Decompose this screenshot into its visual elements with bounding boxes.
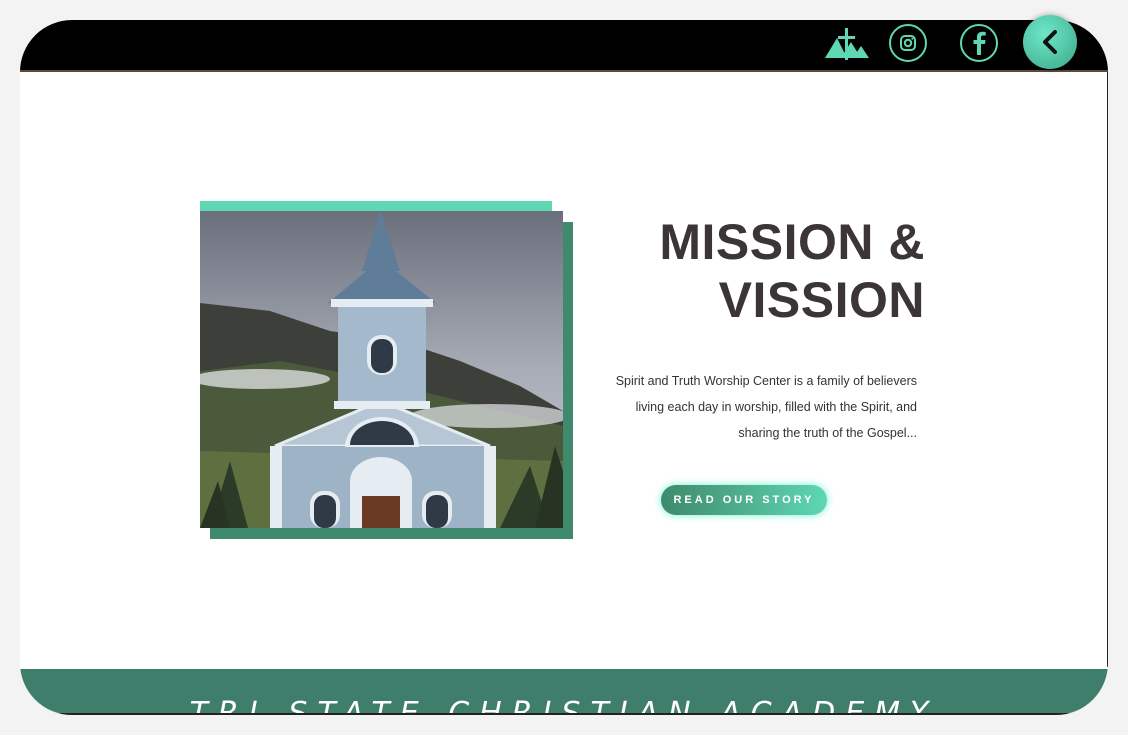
mission-paragraph: Spirit and Truth Worship Center is a fam… — [540, 368, 917, 446]
section-heading: MISSION & VISSION — [580, 213, 925, 329]
page-frame: MISSION & VISSION Spirit and Truth Worsh… — [20, 20, 1108, 715]
back-button[interactable] — [1023, 15, 1077, 69]
read-our-story-button[interactable]: READ OUR STORY — [661, 485, 827, 515]
church-photo — [200, 211, 563, 528]
instagram-icon[interactable] — [889, 24, 927, 62]
page-edge — [1107, 72, 1108, 667]
paragraph-line-2: living each day in worship, filled with … — [635, 400, 917, 414]
heading-line-2: VISSION — [718, 272, 925, 328]
footer-divider — [20, 713, 1108, 715]
paragraph-line-3: sharing the truth of the Gospel... — [738, 426, 917, 440]
church-logo-icon[interactable] — [823, 26, 869, 62]
chevron-left-icon — [1043, 30, 1057, 54]
facebook-icon[interactable] — [960, 24, 998, 62]
paragraph-line-1: Spirit and Truth Worship Center is a fam… — [615, 374, 917, 388]
heading-line-1: MISSION & — [659, 214, 925, 270]
top-bar — [20, 20, 1108, 72]
